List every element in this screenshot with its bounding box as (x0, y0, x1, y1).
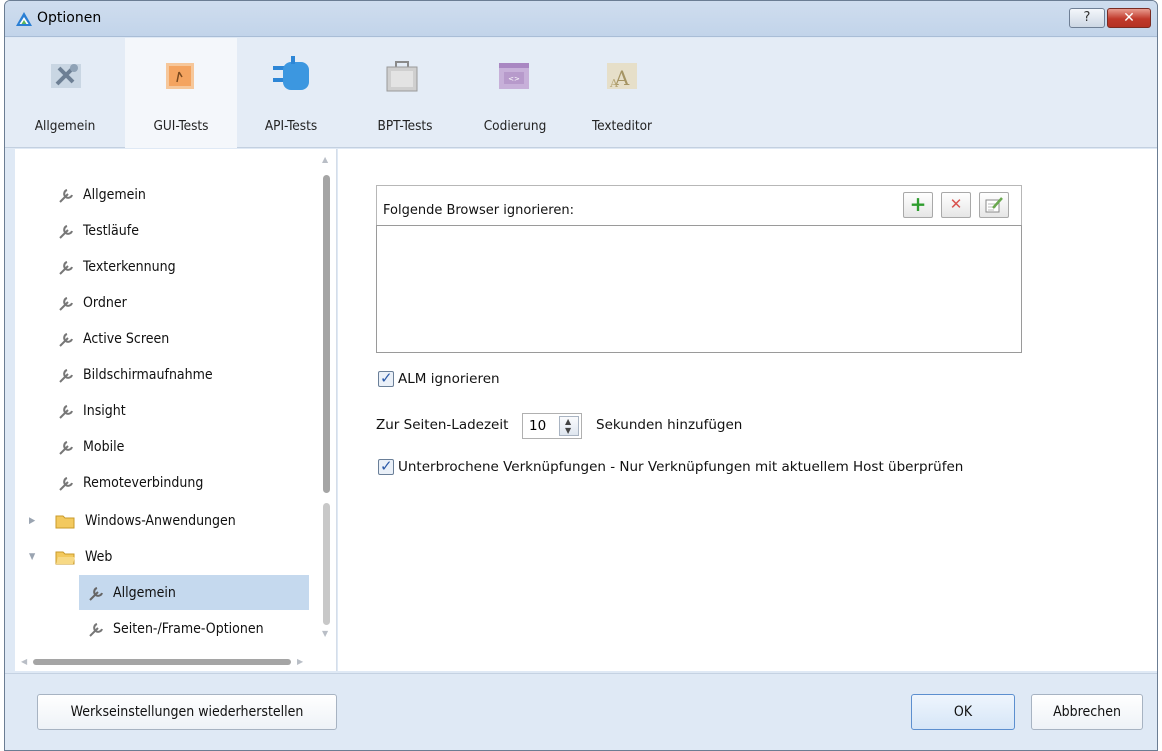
svg-text:<>: <> (508, 75, 520, 83)
wrench-icon (59, 333, 73, 347)
wrench-icon (59, 441, 73, 455)
cancel-button[interactable]: Abbrechen (1031, 694, 1143, 730)
spin-down-icon[interactable]: ▼ (565, 426, 571, 435)
wrench-icon (59, 477, 73, 491)
tab-gui-tests[interactable]: GUI-Tests (125, 38, 237, 148)
add-browser-button[interactable]: + (903, 192, 933, 218)
settings-panel: Folgende Browser ignorieren: + ✕ ALM ign… (338, 149, 1157, 671)
settings-tree: Allgemein Testläufe Texterkennung Ordner… (15, 149, 337, 671)
tab-bpt-tests-label: BPT-Tests (377, 118, 433, 134)
wrench-icon (59, 225, 73, 239)
collapse-icon[interactable]: ▼ (29, 552, 35, 562)
scroll-up-icon[interactable]: ▲ (322, 155, 328, 164)
dialog-footer: Werkseinstellungen wiederherstellen OK A… (5, 673, 1157, 750)
close-button[interactable]: ✕ (1107, 8, 1151, 28)
code-window-icon: <> (499, 63, 529, 89)
tools-icon (51, 64, 81, 88)
broken-links-label: Unterbrochene Verknüpfungen - Nur Verknü… (398, 459, 964, 475)
help-button[interactable]: ? (1069, 8, 1105, 28)
title-bar: Optionen ? ✕ (5, 1, 1157, 37)
api-tests-icon (273, 56, 309, 90)
tab-api-tests[interactable]: API-Tests (237, 38, 345, 148)
ignored-browsers-list[interactable] (376, 225, 1022, 353)
vertical-scrollbar-track[interactable] (323, 503, 330, 625)
tree-item-web[interactable]: ▼ Web (29, 545, 309, 573)
load-time-stepper[interactable]: 10 ▲ ▼ (522, 413, 582, 439)
scroll-down-icon[interactable]: ▼ (322, 629, 328, 638)
load-time-suffix-label: Sekunden hinzufügen (596, 417, 743, 433)
tab-texteditor[interactable]: A A Texteditor (569, 38, 675, 148)
tab-allgemein[interactable]: Allgemein (5, 38, 125, 148)
tab-gui-tests-label: GUI-Tests (153, 118, 209, 134)
svg-text:A: A (609, 77, 619, 90)
folder-open-icon (55, 551, 75, 565)
horizontal-scrollbar-thumb[interactable] (33, 659, 291, 665)
tab-bpt-tests[interactable]: BPT-Tests (349, 38, 461, 148)
category-toolbar: Allgemein GUI-Tests API-Tests BPT-Tests … (5, 38, 1157, 148)
tab-codierung[interactable]: <> Codierung (461, 38, 569, 148)
tab-allgemein-label: Allgemein (34, 118, 96, 134)
scroll-right-icon[interactable]: ▶ (297, 657, 303, 666)
tab-api-tests-label: API-Tests (264, 118, 318, 134)
scroll-left-icon[interactable]: ◀ (21, 657, 27, 666)
ok-button[interactable]: OK (911, 694, 1015, 730)
wrench-icon (89, 623, 103, 637)
window-title: Optionen (37, 10, 102, 26)
alm-ignore-checkbox[interactable] (378, 369, 394, 387)
gui-tests-icon (166, 63, 194, 89)
vertical-scrollbar-thumb[interactable] (323, 175, 330, 493)
wrench-icon (59, 297, 73, 311)
briefcase-icon (386, 61, 418, 92)
load-time-value[interactable]: 10 (529, 418, 546, 434)
alm-ignore-label: ALM ignorieren (398, 371, 500, 387)
wrench-icon (59, 261, 73, 275)
options-dialog: Optionen ? ✕ Allgemein GUI-Tests API-Tes… (4, 0, 1158, 751)
reset-defaults-button[interactable]: Werkseinstellungen wiederherstellen (37, 694, 337, 730)
ignore-browsers-header: Folgende Browser ignorieren: + ✕ (376, 185, 1022, 225)
wrench-icon (59, 405, 73, 419)
expand-icon[interactable]: ▶ (29, 516, 35, 526)
spinner-buttons[interactable]: ▲ ▼ (559, 416, 579, 436)
tree-item-windows-anwendungen[interactable]: ▶ Windows-Anwendungen (29, 509, 309, 537)
load-time-prefix-label: Zur Seiten-Ladezeit (376, 417, 509, 433)
wrench-icon (59, 189, 73, 203)
tab-codierung-label: Codierung (483, 118, 547, 134)
ignore-browsers-label: Folgende Browser ignorieren: (383, 203, 574, 218)
tab-texteditor-label: Texteditor (591, 118, 653, 134)
spin-up-icon[interactable]: ▲ (565, 417, 571, 426)
folder-icon (55, 515, 75, 529)
wrench-icon (59, 369, 73, 383)
edit-icon (985, 197, 1003, 213)
edit-browser-button[interactable] (979, 192, 1009, 218)
delete-browser-button[interactable]: ✕ (941, 192, 971, 218)
text-editor-icon: A A (607, 63, 637, 90)
app-logo-icon (16, 12, 32, 26)
wrench-icon (89, 587, 103, 601)
broken-links-checkbox[interactable] (378, 457, 394, 475)
